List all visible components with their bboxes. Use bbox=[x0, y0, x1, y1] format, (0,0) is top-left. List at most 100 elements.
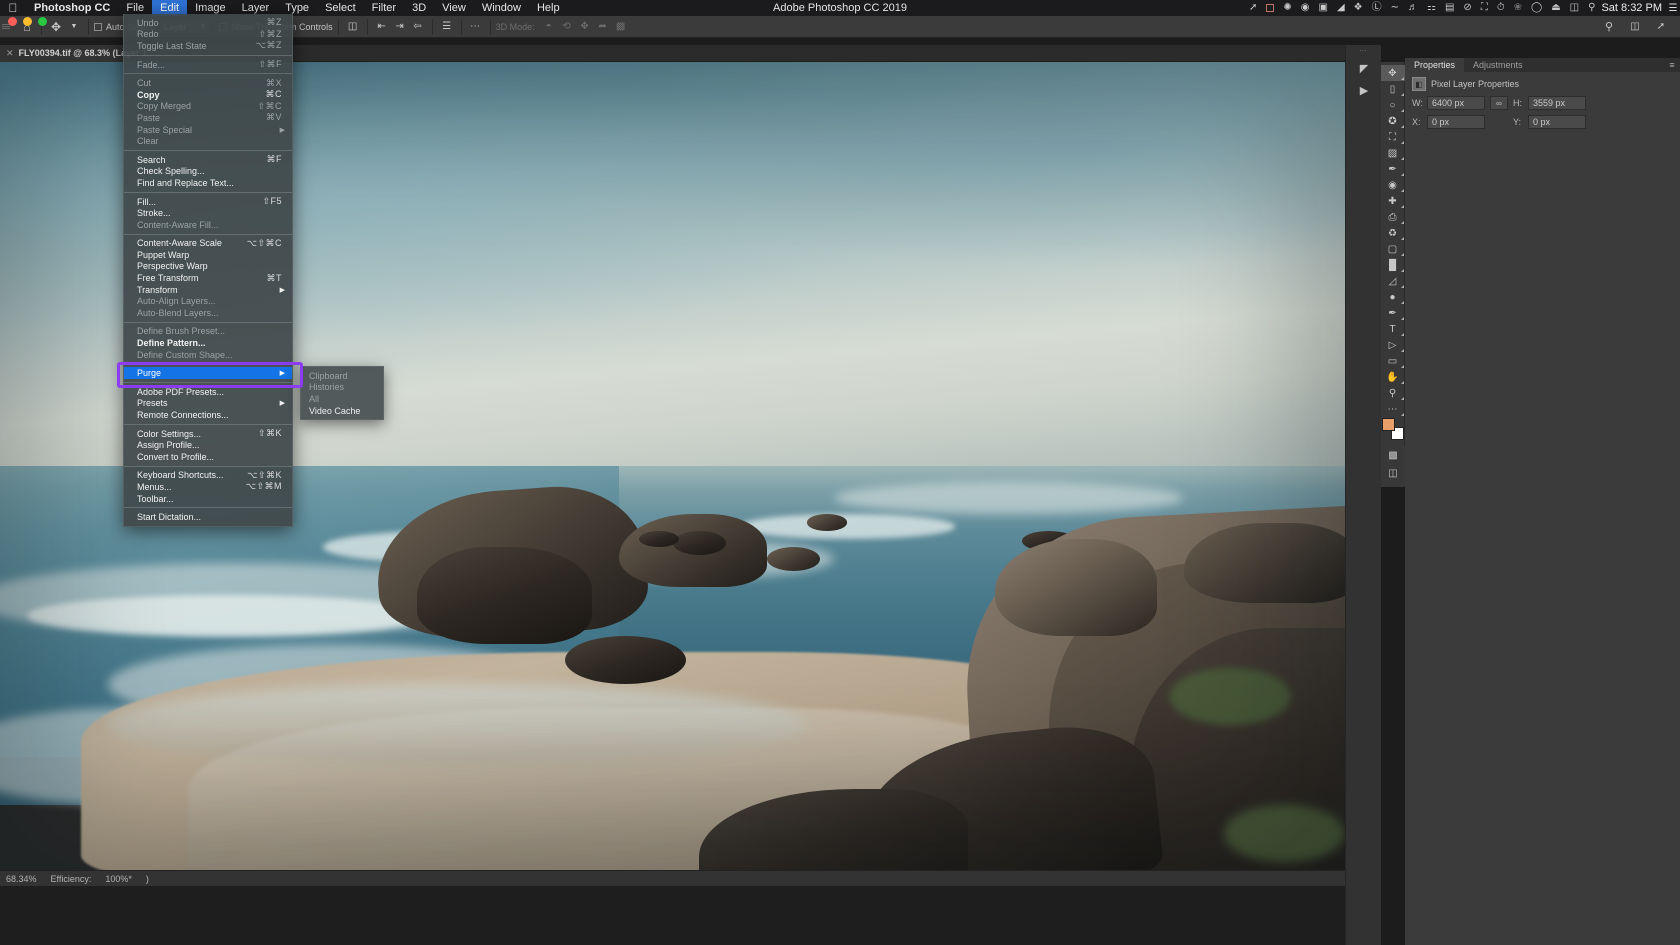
clone-stamp-tool-icon[interactable]: ⎙ bbox=[1381, 209, 1405, 225]
menubar-clock[interactable]: Sat 8:32 PM bbox=[1601, 2, 1666, 14]
clipboard-icon[interactable]: ▤ bbox=[1445, 3, 1454, 13]
workspace-icon[interactable]: ◫ bbox=[1626, 18, 1644, 36]
align-left-icon[interactable]: ◫ bbox=[344, 18, 362, 36]
hand-tool-icon[interactable]: ✋ bbox=[1381, 369, 1405, 385]
screenshot-icon[interactable] bbox=[1266, 4, 1274, 12]
menu-item-toolbar[interactable]: Toolbar... bbox=[124, 493, 292, 505]
close-icon[interactable]: ✕ bbox=[6, 48, 14, 59]
crop-tool-icon[interactable]: ⛶ bbox=[1381, 129, 1405, 145]
search-icon[interactable]: ⚲ bbox=[1600, 18, 1618, 36]
type-tool-icon[interactable]: T bbox=[1381, 321, 1405, 337]
brush-tool-icon[interactable]: ✚ bbox=[1381, 193, 1405, 209]
align-center-h-icon[interactable]: ⇥ bbox=[391, 18, 409, 36]
distribute-icon[interactable]: ☰ bbox=[438, 18, 456, 36]
pan-3d-icon[interactable]: ✥ bbox=[576, 18, 594, 36]
menu-item-perspective-warp[interactable]: Perspective Warp bbox=[124, 261, 292, 273]
roll-3d-icon[interactable]: ⟲ bbox=[558, 18, 576, 36]
cursor-icon[interactable]: ◢ bbox=[1337, 3, 1345, 13]
healing-brush-tool-icon[interactable]: ◉ bbox=[1381, 177, 1405, 193]
dock-grip[interactable]: ⋯ bbox=[1346, 45, 1381, 57]
menu-item-transform[interactable]: Transform▶ bbox=[124, 284, 292, 296]
menu-item-convert-to-profile[interactable]: Convert to Profile... bbox=[124, 451, 292, 463]
menu-item-assign-profile[interactable]: Assign Profile... bbox=[124, 439, 292, 451]
scale-3d-icon[interactable]: ▩ bbox=[612, 18, 630, 36]
menu-item-remote-connections[interactable]: Remote Connections... bbox=[124, 409, 292, 421]
menu-3d[interactable]: 3D bbox=[404, 0, 434, 16]
menu-item-search[interactable]: Search⌘F bbox=[124, 154, 292, 166]
rocket-icon[interactable]: ➚ bbox=[1249, 3, 1257, 13]
align-top-icon[interactable]: ⇤ bbox=[373, 18, 391, 36]
play-icon[interactable]: ▶ bbox=[1346, 79, 1382, 101]
more-tools-icon[interactable]: ⋯ bbox=[1381, 401, 1405, 417]
spotlight-icon[interactable]: ⚲ bbox=[1588, 3, 1595, 13]
control-center-icon[interactable]: ☰ bbox=[1666, 3, 1680, 14]
submenu-item-video-cache[interactable]: Video Cache bbox=[301, 405, 383, 417]
move-tool-icon[interactable]: ✥ bbox=[1381, 65, 1405, 81]
tab-properties[interactable]: Properties bbox=[1405, 58, 1464, 72]
eraser-tool-icon[interactable]: ▢ bbox=[1381, 241, 1405, 257]
bow-icon[interactable]: ∼ bbox=[1391, 3, 1399, 13]
menu-view[interactable]: View bbox=[434, 0, 474, 16]
minimize-button[interactable] bbox=[23, 17, 32, 26]
screen-mode-icon[interactable]: ◫ bbox=[1381, 464, 1405, 482]
more-options-icon[interactable]: ⋯ bbox=[467, 18, 485, 36]
quick-mask-icon[interactable]: ▩ bbox=[1381, 446, 1405, 464]
gradient-tool-icon[interactable]: █ bbox=[1381, 257, 1405, 273]
edit-menu-dropdown[interactable]: Undo⌘ZRedo⇧⌘ZToggle Last State⌥⌘ZFade...… bbox=[123, 14, 293, 527]
menu-help[interactable]: Help bbox=[529, 0, 568, 16]
path-select-tool-icon[interactable]: ▷ bbox=[1381, 337, 1405, 353]
menu-item-menus[interactable]: Menus...⌥⇧⌘M bbox=[124, 481, 292, 493]
airplay-icon[interactable]: ⛶ bbox=[1481, 3, 1488, 13]
auto-select-checkbox[interactable] bbox=[94, 23, 102, 31]
frame-tool-icon[interactable]: ▨ bbox=[1381, 145, 1405, 161]
purge-submenu[interactable]: ClipboardHistoriesAllVideo Cache bbox=[300, 366, 384, 420]
apple-icon[interactable]:  bbox=[0, 2, 26, 14]
menu-item-puppet-warp[interactable]: Puppet Warp bbox=[124, 249, 292, 261]
link-icon[interactable]: ∞ bbox=[1490, 96, 1508, 110]
foreground-color-swatch[interactable] bbox=[1382, 418, 1395, 431]
chevron-down-icon[interactable]: ▼ bbox=[65, 18, 83, 36]
camera-icon[interactable]: ▣ bbox=[1318, 3, 1327, 13]
music-icon[interactable]: ♬ bbox=[1408, 3, 1418, 13]
zoom-button[interactable] bbox=[38, 17, 47, 26]
panel-menu-icon[interactable]: ≡ bbox=[1664, 58, 1680, 72]
share-icon[interactable]: ➚ bbox=[1652, 18, 1670, 36]
menu-item-stroke[interactable]: Stroke... bbox=[124, 207, 292, 219]
bell-icon[interactable]: ⚏ bbox=[1427, 3, 1436, 13]
menu-item-content-aware-scale[interactable]: Content-Aware Scale⌥⇧⌘C bbox=[124, 238, 292, 250]
menu-item-copy[interactable]: Copy⌘C bbox=[124, 89, 292, 101]
move-tool-icon[interactable]: ✥ bbox=[47, 18, 65, 36]
menu-item-presets[interactable]: Presets▶ bbox=[124, 398, 292, 410]
bluetooth-icon[interactable]: ❀ bbox=[1514, 3, 1522, 13]
history-brush-tool-icon[interactable]: ♻ bbox=[1381, 225, 1405, 241]
panel-expand-icon[interactable]: ◤ bbox=[1346, 57, 1382, 79]
color-swatches[interactable] bbox=[1382, 418, 1404, 440]
blur-tool-icon[interactable]: ◿ bbox=[1381, 273, 1405, 289]
close-button[interactable] bbox=[8, 17, 17, 26]
pen-tool-icon[interactable]: ✒ bbox=[1381, 305, 1405, 321]
menu-item-color-settings[interactable]: Color Settings...⇧⌘K bbox=[124, 428, 292, 440]
battery-icon[interactable]: ◫ bbox=[1570, 3, 1579, 13]
quick-select-tool-icon[interactable]: ✪ bbox=[1381, 113, 1405, 129]
menu-item-check-spelling[interactable]: Check Spelling... bbox=[124, 166, 292, 178]
slide-3d-icon[interactable]: ➦ bbox=[594, 18, 612, 36]
dodge-tool-icon[interactable]: ● bbox=[1381, 289, 1405, 305]
eyedropper-tool-icon[interactable]: ✒ bbox=[1381, 161, 1405, 177]
menu-item-start-dictation[interactable]: Start Dictation... bbox=[124, 511, 292, 523]
skype-icon[interactable]: Ⓛ bbox=[1372, 3, 1382, 13]
menu-filter[interactable]: Filter bbox=[364, 0, 404, 16]
zoom-tool-icon[interactable]: ⚲ bbox=[1381, 385, 1405, 401]
wifi-icon[interactable]: ◯ bbox=[1531, 3, 1542, 13]
height-field[interactable]: 3559 px bbox=[1528, 96, 1586, 110]
align-right-icon[interactable]: ⇦ bbox=[409, 18, 427, 36]
dropbox-icon[interactable]: ❖ bbox=[1354, 3, 1363, 13]
orbit-3d-icon[interactable]: ◓ bbox=[540, 18, 558, 36]
menu-item-free-transform[interactable]: Free Transform⌘T bbox=[124, 272, 292, 284]
menu-item-fill[interactable]: Fill...⇧F5 bbox=[124, 196, 292, 208]
lasso-tool-icon[interactable]: ○ bbox=[1381, 97, 1405, 113]
x-field[interactable]: 0 px bbox=[1427, 115, 1485, 129]
menu-window[interactable]: Window bbox=[474, 0, 529, 16]
menu-item-find-and-replace-text[interactable]: Find and Replace Text... bbox=[124, 177, 292, 189]
tab-adjustments[interactable]: Adjustments bbox=[1464, 58, 1532, 72]
globe-icon[interactable]: ◉ bbox=[1301, 3, 1310, 13]
